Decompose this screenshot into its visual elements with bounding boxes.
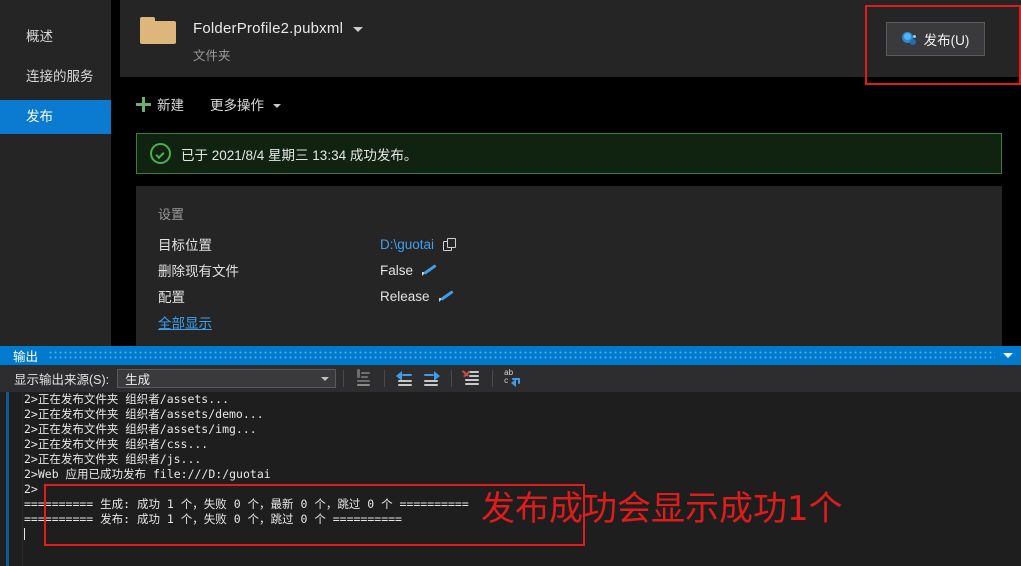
pencil-icon[interactable] — [422, 263, 437, 277]
title-bar-grip — [48, 350, 995, 361]
output-line: 2>正在发布文件夹 组织者/js... — [24, 452, 202, 466]
sidebar-item-connected-services[interactable]: 连接的服务 — [0, 60, 111, 94]
profile-type-label: 文件夹 — [193, 49, 231, 63]
setting-row-configuration: 配置 Release — [158, 286, 454, 306]
clear-all-icon[interactable] — [461, 369, 482, 389]
chevron-down-icon — [273, 103, 281, 108]
setting-label: 配置 — [158, 290, 185, 305]
output-line: 2>正在发布文件夹 组织者/assets... — [24, 392, 230, 406]
setting-row-remove-existing-files: 删除现有文件 False — [158, 260, 437, 280]
profile-action-bar: 新建 更多操作 — [136, 88, 281, 120]
more-actions-button[interactable]: 更多操作 — [210, 94, 281, 114]
vs-publish-screen: 概述 连接的服务 发布 FolderProfile2.pubxml 文件夹 新建… — [0, 0, 1021, 566]
setting-value[interactable]: D:\guotai — [380, 237, 434, 252]
publish-success-banner: 已于 2021/8/4 星期三 13:34 成功发布。 — [136, 133, 1002, 174]
pencil-icon[interactable] — [438, 289, 454, 303]
new-profile-button[interactable]: 新建 — [136, 94, 184, 114]
success-check-icon — [150, 143, 171, 164]
chevron-down-icon — [321, 377, 330, 381]
output-gutter — [9, 392, 23, 566]
show-all-link[interactable]: 全部显示 — [158, 312, 212, 332]
output-tool-window: 输出 显示输出来源(S): 生成 ab c 2>正在发布文件夹 组织者/asse… — [0, 346, 1021, 566]
sidebar-item-label: 连接的服务 — [26, 69, 94, 84]
setting-label: 目标位置 — [158, 238, 212, 253]
output-line: 2>正在发布文件夹 组织者/assets/img... — [24, 422, 257, 436]
toolbar-divider — [492, 370, 494, 387]
toolbar-divider — [343, 370, 345, 387]
clear-pane-icon[interactable] — [354, 368, 374, 389]
output-file-link[interactable]: file:///D:/guotai — [153, 467, 271, 481]
new-profile-label: 新建 — [157, 98, 184, 113]
publish-page: 概述 连接的服务 发布 FolderProfile2.pubxml 文件夹 新建… — [0, 0, 1021, 346]
output-toolbar: 显示输出来源(S): 生成 ab c — [0, 365, 1021, 392]
sidebar-item-overview[interactable]: 概述 — [0, 20, 111, 54]
text-caret — [24, 528, 25, 540]
output-line: 2>正在发布文件夹 组织者/assets/demo... — [24, 407, 264, 421]
output-window-chevron-down-icon[interactable] — [1003, 353, 1013, 358]
word-wrap-icon[interactable]: ab c — [503, 368, 523, 389]
profile-name: FolderProfile2.pubxml — [193, 20, 344, 37]
output-source-select[interactable]: 生成 — [117, 369, 337, 388]
settings-card: 设置 目标位置 D:\guotai 删除现有文件 False 配置 Releas… — [136, 186, 1002, 346]
publish-button-highlight-box — [865, 5, 1021, 85]
sidebar-item-label: 发布 — [26, 109, 53, 124]
publish-success-text: 已于 2021/8/4 星期三 13:34 成功发布。 — [181, 147, 418, 163]
toolbar-divider — [384, 370, 386, 387]
output-source-value: 生成 — [125, 373, 151, 387]
profile-chevron-down-icon[interactable] — [353, 27, 363, 32]
output-line: 2>Web 应用已成功发布 file:///D:/guotai — [24, 467, 271, 481]
go-to-next-icon[interactable] — [421, 369, 441, 389]
settings-title: 设置 — [158, 207, 185, 222]
annotation-text: 发布成功会显示成功1个 — [481, 489, 843, 529]
copy-icon[interactable] — [443, 237, 457, 251]
setting-value: Release — [380, 288, 430, 304]
setting-value: False — [380, 262, 414, 278]
folder-icon — [140, 17, 176, 44]
setting-row-target-location: 目标位置 D:\guotai — [158, 234, 457, 254]
output-title-bar: 输出 — [0, 346, 1021, 365]
output-title: 输出 — [13, 350, 39, 364]
output-lines[interactable]: 2>正在发布文件夹 组织者/assets... 2>正在发布文件夹 组织者/ass… — [24, 392, 1021, 566]
output-text-area[interactable]: 2>正在发布文件夹 组织者/assets... 2>正在发布文件夹 组织者/ass… — [0, 392, 1021, 566]
toolbar-divider — [451, 370, 453, 387]
sidebar-item-label: 概述 — [26, 29, 53, 44]
go-to-previous-icon[interactable] — [395, 369, 415, 389]
output-source-label: 显示输出来源(S): — [14, 373, 110, 387]
plus-icon — [136, 96, 151, 112]
output-line: 2>正在发布文件夹 组织者/css... — [24, 437, 209, 451]
project-properties-nav: 概述 连接的服务 发布 — [0, 0, 111, 346]
more-actions-label: 更多操作 — [210, 98, 264, 113]
setting-label: 删除现有文件 — [158, 264, 239, 279]
sidebar-item-publish[interactable]: 发布 — [0, 100, 111, 134]
